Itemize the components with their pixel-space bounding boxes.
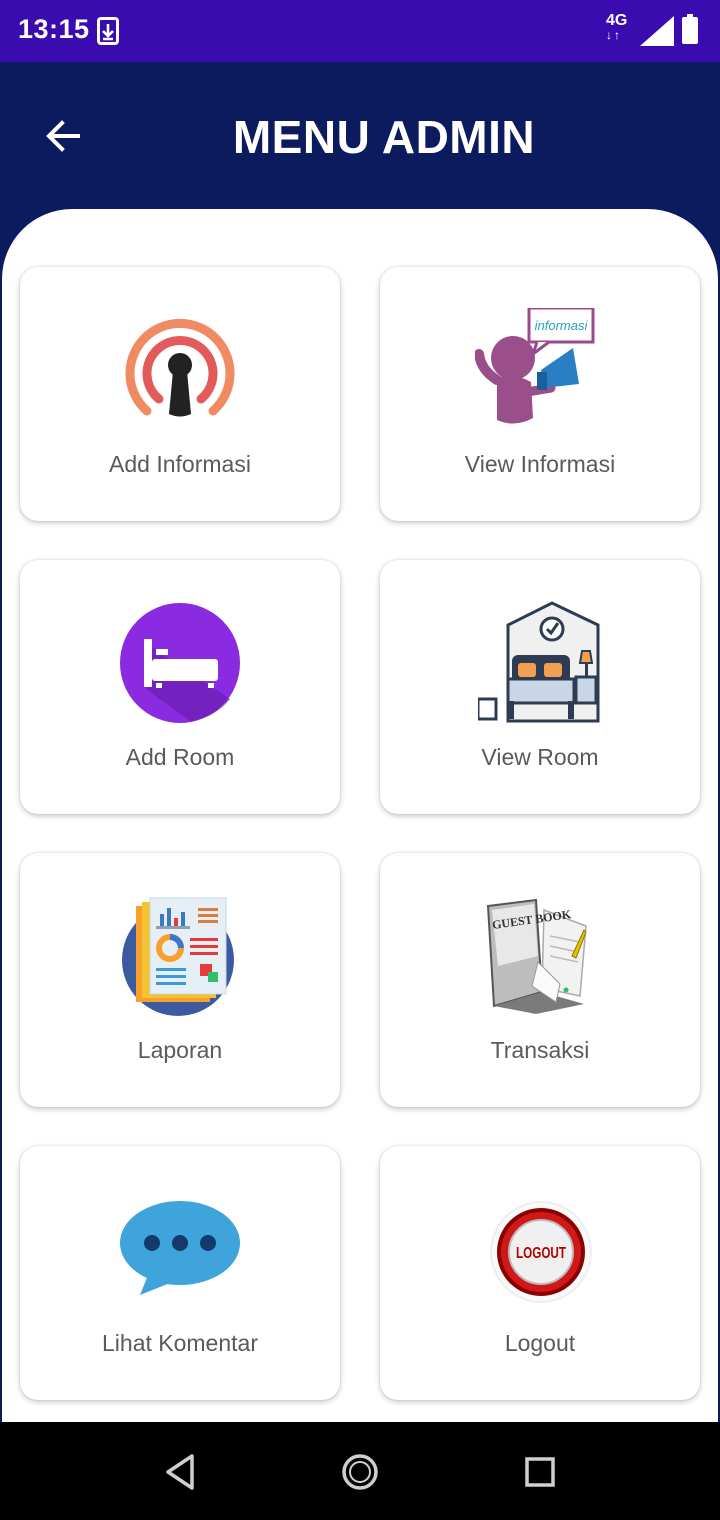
nav-home-button[interactable] [338, 1450, 382, 1494]
nav-recents-button[interactable] [518, 1450, 562, 1494]
add-informasi-card[interactable]: Add Informasi [20, 267, 340, 521]
nav-back-icon [166, 1454, 194, 1490]
status-bar: 13:15 4G ↓↑ [0, 0, 720, 62]
view-informasi-card[interactable]: informasi View Informasi [380, 267, 700, 521]
system-nav-bar [0, 1422, 720, 1520]
logout-badge-text: LOGOUT [516, 1245, 566, 1262]
network-arrows: ↓↑ [606, 28, 622, 42]
nav-recents-icon [525, 1457, 555, 1487]
add-informasi-label: Add Informasi [109, 451, 251, 477]
broadcast-icon [125, 318, 235, 417]
add-room-label: Add Room [125, 744, 235, 770]
view-room-card[interactable]: View Room [380, 560, 700, 814]
status-time: 13:15 [18, 14, 90, 44]
lihat-komentar-card[interactable]: Lihat Komentar [20, 1146, 340, 1400]
guest-book-icon: GUEST BOOK [486, 898, 587, 1014]
add-room-card[interactable]: Add Room [20, 560, 340, 814]
laporan-card[interactable]: Laporan [20, 853, 340, 1107]
view-informasi-label: View Informasi [464, 451, 616, 477]
view-room-label: View Room [481, 744, 599, 770]
announcer-icon: informasi [475, 308, 595, 424]
app-bar: MENU ADMIN [0, 62, 720, 210]
report-icon [122, 897, 234, 1016]
transaksi-label: Transaksi [490, 1037, 590, 1063]
signal-icon [640, 16, 674, 46]
lihat-komentar-label: Lihat Komentar [102, 1330, 258, 1356]
network-indicator: 4G ↓↑ [606, 12, 628, 42]
network-type: 4G [606, 12, 628, 29]
battery-icon [682, 14, 698, 44]
download-icon [97, 17, 119, 45]
logout-icon: LOGOUT [490, 1201, 592, 1303]
menu-panel: Add Informasi informasi View Informasi A… [2, 209, 718, 1422]
chat-bubble-icon [120, 1201, 240, 1295]
transaksi-card[interactable]: GUEST BOOK Transaksi [380, 853, 700, 1107]
logout-card[interactable]: LOGOUT Logout [380, 1146, 700, 1400]
page-title: MENU ADMIN [232, 111, 536, 163]
informasi-bubble-text: informasi [535, 318, 589, 333]
logout-label: Logout [504, 1330, 576, 1356]
nav-back-button[interactable] [158, 1450, 202, 1494]
nav-home-icon [342, 1454, 378, 1490]
bedroom-icon [478, 601, 600, 723]
bed-icon [120, 603, 240, 723]
laporan-label: Laporan [137, 1037, 223, 1063]
